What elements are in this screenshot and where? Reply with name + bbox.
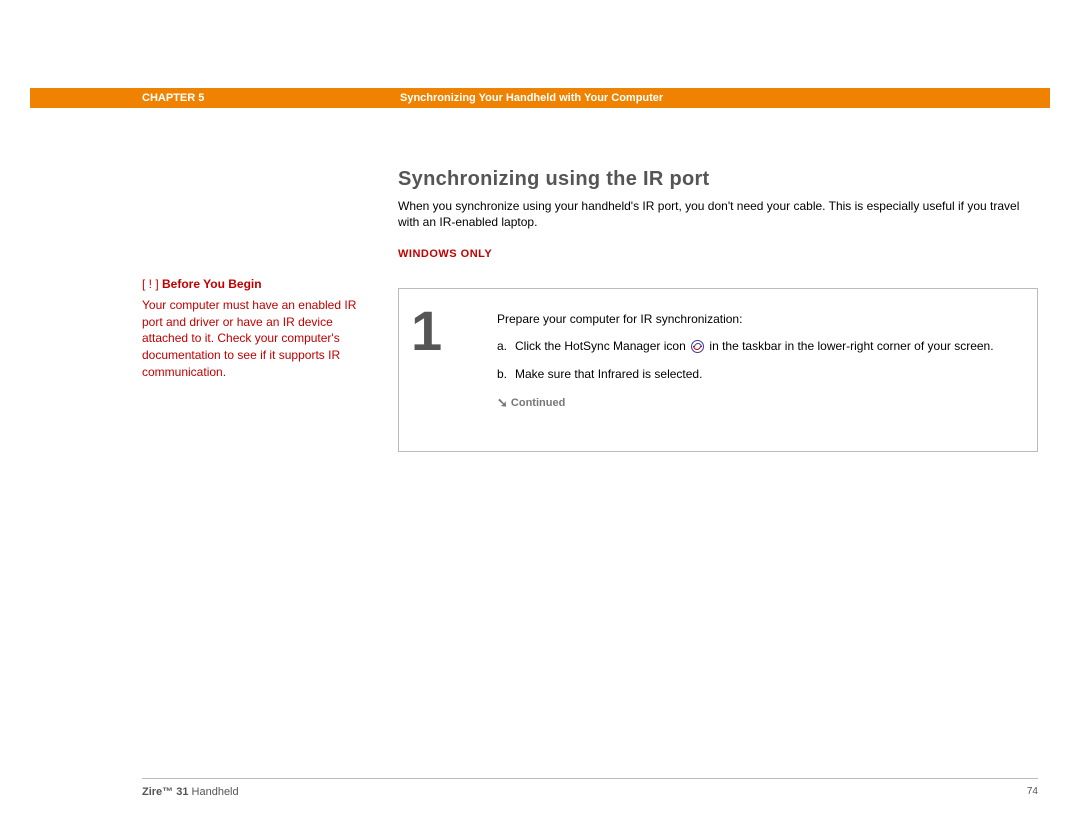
section-heading: Synchronizing using the IR port — [398, 168, 710, 191]
step-body: Prepare your computer for IR synchroniza… — [489, 289, 1037, 451]
step-box: 1 Prepare your computer for IR synchroni… — [398, 288, 1038, 452]
step-sub-b-label: b. — [497, 366, 515, 383]
footer-product-name: Zire™ 31 Handheld — [142, 786, 239, 798]
before-you-begin-sidebar: [ ! ] Before You Begin Your computer mus… — [142, 276, 364, 381]
step-sub-a-pre: Click the HotSync Manager icon — [515, 339, 689, 353]
section-intro-text: When you synchronize using your handheld… — [398, 198, 1038, 230]
step-box-frame: 1 Prepare your computer for IR synchroni… — [398, 288, 1038, 452]
step-lead-text: Prepare your computer for IR synchroniza… — [497, 311, 1013, 328]
footer-product-rest: Handheld — [188, 786, 238, 798]
before-you-begin-title: [ ! ] Before You Begin — [142, 276, 364, 293]
windows-only-label: WINDOWS ONLY — [398, 248, 492, 260]
chapter-header-bar: CHAPTER 5 Synchronizing Your Handheld wi… — [30, 88, 1050, 108]
hotsync-icon — [691, 340, 704, 353]
step-sub-a: a. Click the HotSync Manager icon in the… — [497, 338, 1013, 355]
before-you-begin-body: Your computer must have an enabled IR po… — [142, 297, 364, 381]
step-sub-a-label: a. — [497, 338, 515, 355]
step-sub-a-post: in the taskbar in the lower-right corner… — [706, 339, 993, 353]
chapter-label: CHAPTER 5 — [142, 88, 204, 108]
chapter-title: Synchronizing Your Handheld with Your Co… — [400, 88, 663, 108]
document-page: CHAPTER 5 Synchronizing Your Handheld wi… — [0, 0, 1080, 834]
continued-arrow-icon: ➘ — [497, 394, 508, 413]
continued-label: Continued — [511, 397, 565, 409]
continued-indicator: ➘Continued — [497, 393, 1013, 412]
step-sub-b-text: Make sure that Infrared is selected. — [515, 366, 1013, 383]
alert-bracket: [ ! ] — [142, 277, 159, 291]
step-number: 1 — [399, 289, 489, 451]
step-sub-b: b. Make sure that Infrared is selected. — [497, 366, 1013, 383]
step-sub-a-text: Click the HotSync Manager icon in the ta… — [515, 338, 1013, 355]
page-number: 74 — [1027, 786, 1038, 797]
before-you-begin-label: Before You Begin — [162, 277, 262, 291]
footer-divider — [142, 778, 1038, 779]
footer-product-bold: Zire™ 31 — [142, 786, 188, 798]
